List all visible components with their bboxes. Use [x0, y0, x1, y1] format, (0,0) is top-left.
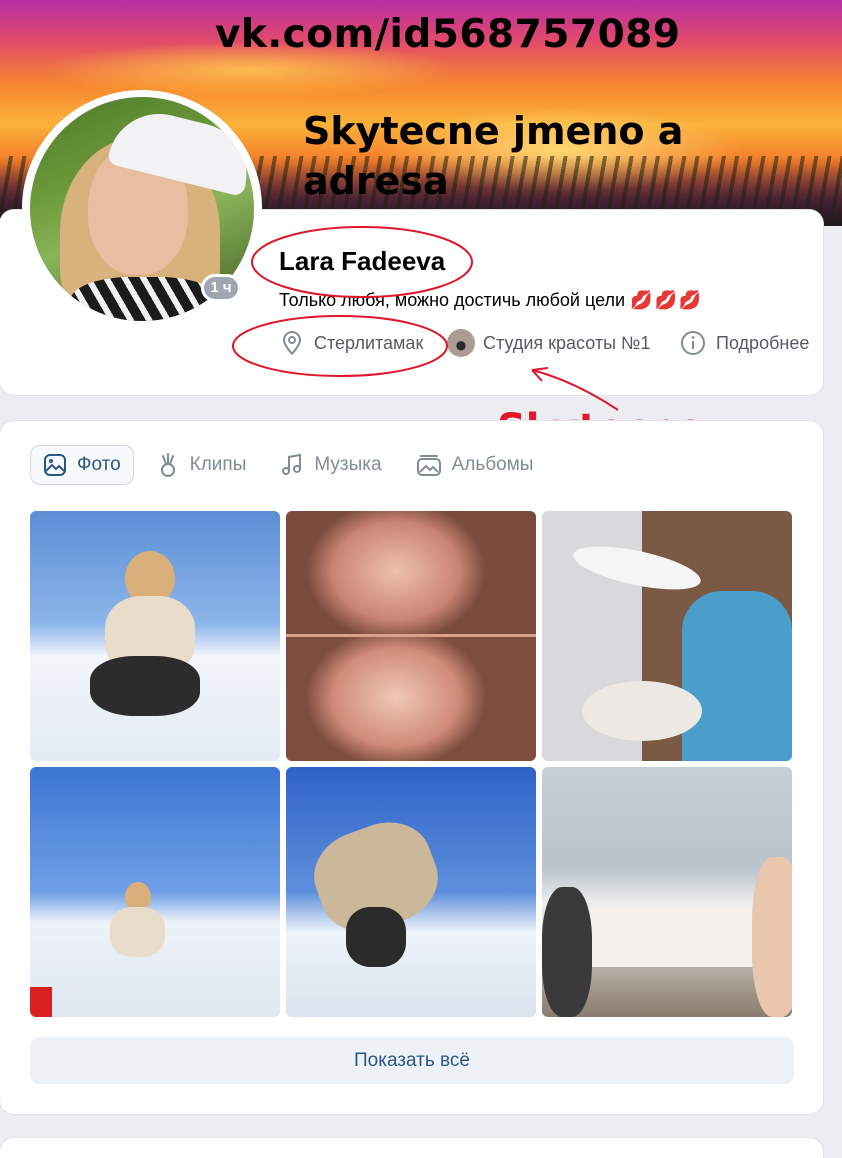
tab-clips-label: Клипы	[189, 454, 247, 475]
tab-music[interactable]: Музыка	[268, 445, 393, 485]
status-emoji: 💋💋💋	[630, 290, 704, 310]
location-pin-icon	[282, 330, 302, 356]
work-avatar	[447, 329, 475, 357]
next-card	[0, 1138, 823, 1158]
photo-icon	[44, 454, 66, 476]
tab-photo-label: Фото	[77, 454, 121, 475]
clips-icon	[160, 453, 175, 477]
tab-music-label: Музыка	[314, 454, 382, 475]
profile-name: Lara Fadeeva	[279, 246, 446, 276]
tab-photo[interactable]: Фото	[30, 445, 134, 485]
music-note-icon	[282, 453, 302, 475]
tab-albums-label: Альбомы	[451, 454, 534, 475]
profile-status: Только любя, можно достичь любой цели 💋💋…	[279, 290, 703, 311]
more-label: Подробнее	[716, 332, 810, 353]
photo-thumbnail[interactable]	[542, 767, 792, 1017]
tab-albums[interactable]: Альбомы	[404, 445, 546, 485]
info-icon	[681, 331, 705, 355]
cover-note-text: Skytecne jmeno a adresa	[303, 109, 684, 203]
city-label: Стерлитамак	[314, 332, 424, 353]
online-badge: 1 ч	[201, 274, 241, 302]
city-link[interactable]: Стерлитамак	[280, 330, 423, 356]
media-tabs: Фото Клипы Музыка Альбомы	[30, 444, 555, 486]
photo-thumbnail[interactable]	[30, 511, 280, 761]
status-text: Только любя, можно достичь любой цели	[279, 290, 626, 310]
more-info-link[interactable]: Подробнее	[680, 330, 809, 356]
tab-clips[interactable]: Клипы	[144, 445, 259, 485]
photo-thumbnail[interactable]	[30, 767, 280, 1017]
show-all-button[interactable]: Показать всё	[30, 1037, 794, 1084]
work-link[interactable]: Студия красоты №1	[447, 329, 651, 357]
cover-url-text: vk.com/id568757089	[215, 12, 681, 57]
photo-thumbnail[interactable]	[286, 511, 536, 761]
albums-icon	[416, 455, 441, 476]
work-label: Студия красоты №1	[483, 332, 651, 353]
photo-thumbnail[interactable]	[286, 767, 536, 1017]
photo-thumbnail[interactable]	[542, 511, 792, 761]
